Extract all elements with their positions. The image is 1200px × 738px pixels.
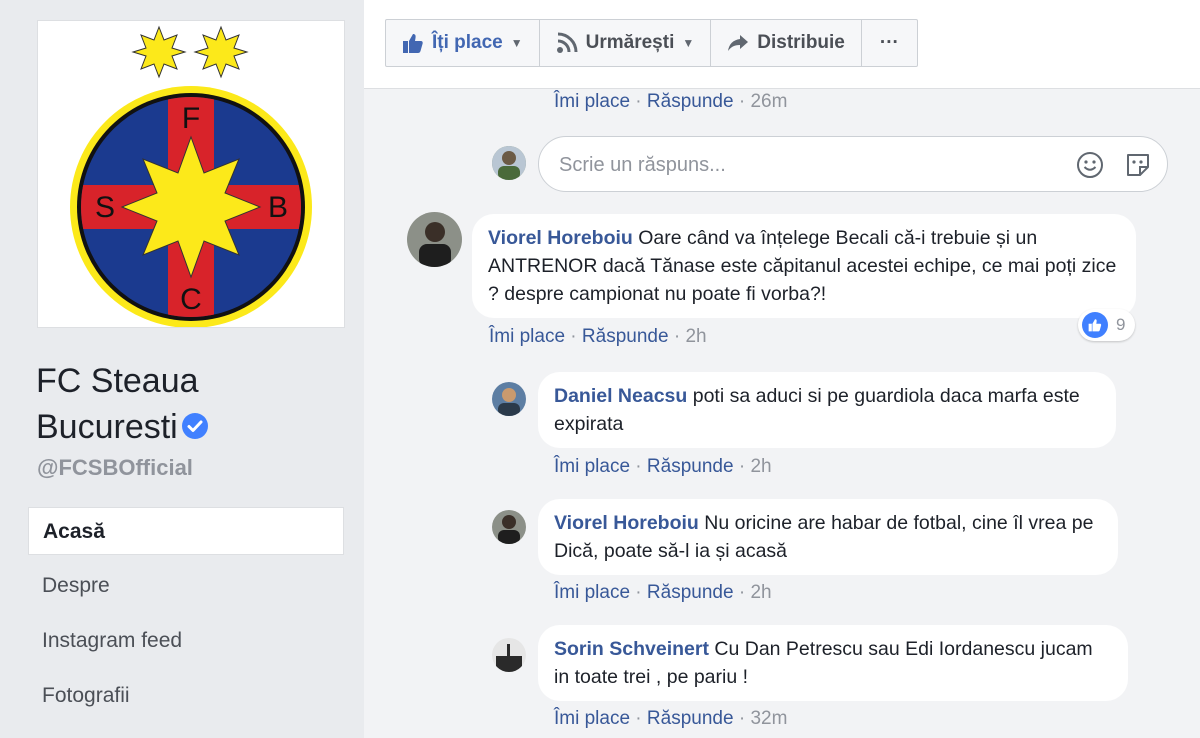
page-sidebar: F S B C FC Steaua Bucuresti @FCSBOfficia… xyxy=(0,0,362,738)
avatar[interactable] xyxy=(492,146,526,180)
more-icon: ··· xyxy=(879,32,899,53)
comment-bubble: Sorin Schveinert Cu Dan Petrescu sau Edi… xyxy=(538,625,1128,701)
nav-item-about[interactable]: Despre xyxy=(28,562,344,610)
comment-reply-link[interactable]: Răspunde xyxy=(647,582,734,603)
comment-reply-link[interactable]: Răspunde xyxy=(582,326,669,347)
chevron-down-icon: ▼ xyxy=(682,36,695,50)
reaction-count: 9 xyxy=(1116,315,1126,334)
chevron-down-icon: ▼ xyxy=(510,36,523,50)
like-page-button[interactable]: Îți place ▼ xyxy=(386,20,540,66)
comment-bubble: Daniel Neacsu poti sa aduci si pe guardi… xyxy=(538,372,1116,448)
comment-author[interactable]: Viorel Horeboiu xyxy=(554,512,699,534)
follow-label: Urmărești xyxy=(585,32,675,53)
sticker-icon[interactable] xyxy=(1124,151,1152,179)
like-reaction-icon xyxy=(1082,312,1108,338)
logo-letter: F xyxy=(182,102,200,135)
reply-input[interactable] xyxy=(557,137,1041,193)
comment-timestamp[interactable]: 2h xyxy=(750,456,771,477)
comment-like-link[interactable]: Îmi place xyxy=(489,326,565,347)
nav-item-instagram-feed[interactable]: Instagram feed xyxy=(28,617,344,665)
verified-badge-icon xyxy=(181,413,208,440)
comment-bubble: Viorel Horeboiu Oare când va înțelege Be… xyxy=(472,214,1136,318)
avatar[interactable] xyxy=(407,212,462,267)
comment-author[interactable]: Sorin Schveinert xyxy=(554,638,709,660)
page-title-text: FC Steaua Bucuresti xyxy=(36,362,199,446)
profile-picture[interactable]: F S B C xyxy=(37,20,345,328)
star-icon xyxy=(193,25,249,79)
comment-meta: Îmi place · Răspunde · 32m xyxy=(554,708,788,729)
like-page-label: Îți place xyxy=(432,32,503,53)
comment-like-link[interactable]: Îmi place xyxy=(554,582,630,603)
comment-reply-link[interactable]: Răspunde xyxy=(647,708,734,729)
reply-composer xyxy=(538,136,1168,193)
comment-reply-link[interactable]: Răspunde xyxy=(647,456,734,477)
fcsb-crest-logo: F S B C xyxy=(70,25,312,328)
page-title[interactable]: FC Steaua Bucuresti xyxy=(36,358,336,450)
reaction-count-badge[interactable]: 9 xyxy=(1078,309,1136,341)
comment-meta: Îmi place · Răspunde · 2h xyxy=(489,326,707,347)
comment-author[interactable]: Viorel Horeboiu xyxy=(488,227,633,249)
avatar[interactable] xyxy=(492,510,526,544)
comment-thread: Îmi place · Răspunde · 26m Viorel Horebo… xyxy=(364,89,1200,738)
comment-like-link[interactable]: Îmi place xyxy=(554,708,630,729)
avatar[interactable] xyxy=(492,382,526,416)
logo-letter: S xyxy=(95,191,115,224)
logo-letter: C xyxy=(180,283,202,316)
page-action-bar: Îți place ▼ Urmărești ▼ Distribuie ··· xyxy=(364,0,1200,89)
share-arrow-icon xyxy=(727,32,749,54)
comment-meta: Îmi place · Răspunde · 2h xyxy=(554,456,772,477)
emoji-icon[interactable] xyxy=(1076,151,1104,179)
comment-like-link[interactable]: Îmi place xyxy=(554,91,630,112)
follow-button[interactable]: Urmărești ▼ xyxy=(540,20,712,66)
comment-timestamp[interactable]: 2h xyxy=(685,326,706,347)
logo-letter: B xyxy=(268,191,288,224)
comment-meta: Îmi place · Răspunde · 2h xyxy=(554,582,772,603)
nav-item-home[interactable]: Acasă xyxy=(28,507,344,555)
action-button-group: Îți place ▼ Urmărești ▼ Distribuie ··· xyxy=(385,19,918,67)
comment-meta: Îmi place · Răspunde · 26m xyxy=(554,91,788,112)
more-options-button[interactable]: ··· xyxy=(862,20,917,66)
share-button[interactable]: Distribuie xyxy=(711,20,862,66)
share-label: Distribuie xyxy=(757,32,845,53)
avatar[interactable] xyxy=(492,638,526,672)
page-handle[interactable]: @FCSBOfficial xyxy=(37,455,193,481)
comment-reply-link[interactable]: Răspunde xyxy=(647,91,734,112)
star-icon xyxy=(131,25,187,79)
comment-bubble: Viorel Horeboiu Nu oricine are habar de … xyxy=(538,499,1118,575)
thumbs-up-icon xyxy=(402,32,424,54)
comment-like-link[interactable]: Îmi place xyxy=(554,456,630,477)
rss-icon xyxy=(556,32,578,54)
comment-timestamp[interactable]: 26m xyxy=(750,91,787,112)
comment-timestamp[interactable]: 2h xyxy=(750,582,771,603)
nav-item-photos[interactable]: Fotografii xyxy=(28,672,344,720)
comment-timestamp[interactable]: 32m xyxy=(750,708,787,729)
comment-author[interactable]: Daniel Neacsu xyxy=(554,385,687,407)
